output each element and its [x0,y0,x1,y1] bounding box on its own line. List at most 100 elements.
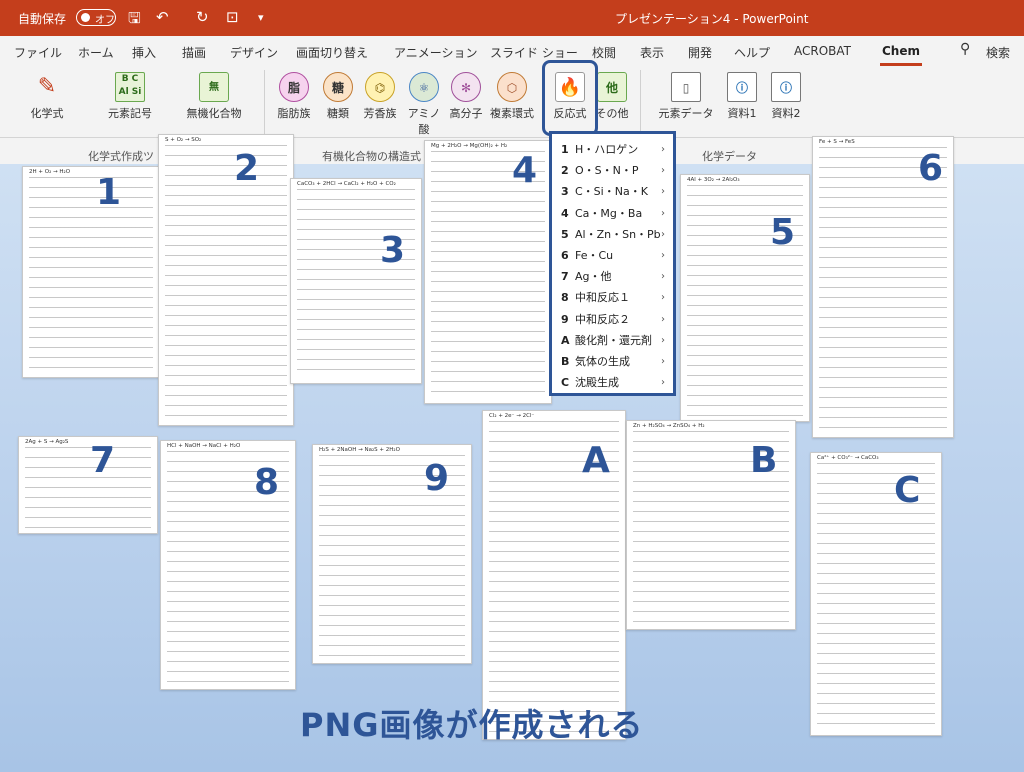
autosave-toggle[interactable]: オフ [76,9,116,26]
menu-label: 酸化剤・還元剤 [575,333,652,347]
menu-item-neutralization-2[interactable]: 9 中和反応２ › [552,309,673,330]
tab-review[interactable]: 校閲 [592,44,616,61]
save-icon[interactable]: 🖫 [128,8,141,33]
other-button[interactable]: 他 その他 [594,72,630,121]
sheet-first-equation: Cl₂ + 2e⁻ → 2Cl⁻ [489,413,535,419]
sheet-label-5: 5 [770,212,796,253]
customize-icon[interactable]: ▾ [258,11,264,24]
chevron-right-icon: › [661,249,665,261]
chemical-formula-button[interactable]: ✎ 化学式 [22,72,72,121]
chevron-right-icon: › [661,334,665,346]
tab-developer[interactable]: 開発 [688,44,712,61]
tab-draw[interactable]: 描画 [182,44,206,61]
sheet-first-equation: S + O₂ → SO₂ [165,137,202,143]
chevron-right-icon: › [661,207,665,219]
document-title: プレゼンテーション4 - PowerPoint [615,12,809,26]
equation-lines [165,139,287,421]
reaction-sheet-2: S + O₂ → SO₂ [158,134,294,426]
search-icon[interactable]: ⚲ [960,41,970,57]
sheet-label-A: A [582,440,610,481]
sheet-first-equation: Fe + S → FeS [819,139,855,145]
tab-help[interactable]: ヘルプ [734,44,770,61]
menu-key: 4 [561,206,569,220]
menu-item-osnp[interactable]: 2 O・S・N・P › [552,160,673,181]
menu-item-fecu[interactable]: 6 Fe・Cu › [552,245,673,266]
aliphatic-label: 脂肪族 [277,107,311,120]
tab-transitions[interactable]: 画面切り替え [296,44,368,61]
menu-label: Al・Zn・Sn・Pb [575,227,661,241]
menu-item-precipitate[interactable]: C 沈殿生成 › [552,372,673,393]
ribbon-tabs: ファイル ホーム 挿入 描画 デザイン 画面切り替え アニメーション スライド … [0,36,1024,66]
amino-acid-button[interactable]: ⚛ アミノ酸 [406,72,442,137]
material1-label: 資料1 [727,107,757,120]
sheet-label-4: 4 [512,150,538,191]
menu-item-redox[interactable]: A 酸化剤・還元剤 › [552,330,673,351]
element-symbol-button[interactable]: B C Al Si 元素記号 [100,72,160,121]
element-symbol-label: 元素記号 [108,107,152,120]
sheet-label-8: 8 [254,462,280,503]
chevron-right-icon: › [661,144,665,155]
redo-icon[interactable]: ↻ [196,8,209,26]
aromatic-button[interactable]: ⌬ 芳香族 [362,72,398,121]
tab-insert[interactable]: 挿入 [132,44,156,61]
tab-design[interactable]: デザイン [230,44,278,61]
chevron-right-icon: › [661,313,665,325]
menu-label: O・S・N・P [575,164,639,178]
menu-key: 2 [561,164,569,178]
tab-slideshow[interactable]: スライド ショー [490,44,578,61]
element-data-button[interactable]: ▯ 元素データ [656,72,716,121]
sheet-label-9: 9 [424,458,450,499]
polymer-button[interactable]: ✻ 高分子 [448,72,484,121]
search-label[interactable]: 検索 [986,44,1010,61]
menu-label: Fe・Cu [575,248,614,262]
menu-item-camgba[interactable]: 4 Ca・Mg・Ba › [552,203,673,224]
tab-chem[interactable]: Chem [882,44,920,58]
other-label: その他 [595,107,629,120]
chevron-right-icon: › [661,271,665,283]
tab-file[interactable]: ファイル [14,44,62,61]
sheet-first-equation: HCl + NaOH → NaCl + H₂O [167,443,241,449]
menu-item-alznsnpb[interactable]: 5 Al・Zn・Sn・Pb › [552,224,673,245]
group-label-organic: 有機化合物の構造式 [322,150,421,163]
menu-label: H・ハロゲン [575,143,639,156]
sugar-button[interactable]: 糖 糖類 [320,72,356,121]
menu-label: 気体の生成 [575,354,630,368]
menu-label: C・Si・Na・K [575,185,648,199]
menu-label: 沈殿生成 [575,376,619,390]
material2-button[interactable]: ⓘ 資料2 [768,72,804,121]
menu-key: 7 [561,270,569,284]
sheet-label-C: C [894,470,921,511]
menu-item-gas[interactable]: B 気体の生成 › [552,351,673,372]
tab-animations[interactable]: アニメーション [394,44,478,61]
menu-key: 8 [561,291,569,305]
chemical-formula-label: 化学式 [30,107,64,120]
polymer-icon: ✻ [451,72,481,102]
menu-item-h-halogen[interactable]: 1 H・ハロゲン › [552,139,673,160]
menu-label: Ca・Mg・Ba [575,206,643,220]
present-icon[interactable]: ⊡ [226,8,239,26]
chevron-right-icon: › [661,186,665,198]
sheet-label-1: 1 [96,172,122,213]
heterocycle-button[interactable]: ⬡ 複素環式 [488,72,536,121]
sheet-label-B: B [750,440,778,481]
inorganic-compound-label: 無機化合物 [186,107,242,120]
menu-item-csinak[interactable]: 3 C・Si・Na・K › [552,181,673,202]
inorganic-compound-button[interactable]: 無 無機化合物 [180,72,248,121]
menu-item-ag-other[interactable]: 7 Ag・他 › [552,266,673,287]
undo-icon[interactable]: ↶ [156,8,169,26]
aliphatic-button[interactable]: 脂 脂肪族 [276,72,312,121]
menu-key: A [561,333,570,347]
inorganic-icon: 無 [199,72,229,102]
ribbon-separator [264,70,265,134]
menu-key: 5 [561,227,569,241]
menu-item-neutralization-1[interactable]: 8 中和反応１ › [552,287,673,308]
material1-button[interactable]: ⓘ 資料1 [724,72,760,121]
pen-icon: ✎ [37,74,57,99]
tab-home[interactable]: ホーム [78,44,114,61]
sheet-first-equation: 2H + O₂ → H₂O [29,169,71,175]
chevron-right-icon: › [661,355,665,367]
tab-view[interactable]: 表示 [640,44,664,61]
reaction-dropdown-menu: 1 H・ハロゲン › 2 O・S・N・P › 3 C・Si・Na・K › 4 Ca・Mg・Ba… [549,131,676,396]
tab-acrobat[interactable]: ACROBAT [794,44,851,58]
other-icon: 他 [597,72,627,102]
